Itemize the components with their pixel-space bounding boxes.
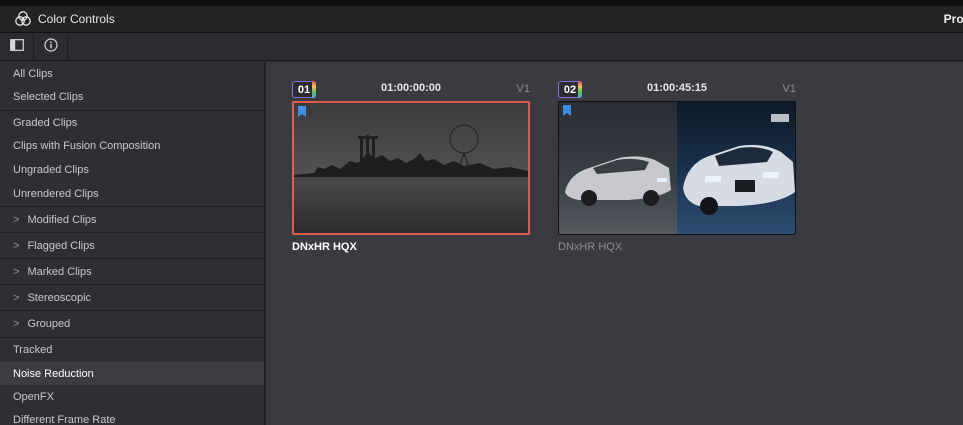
sidebar-item-selected-clips[interactable]: Selected Clips [0,85,264,109]
clips-grid: 01 01:00:00:00 V1 DNxHR HQX 02 01:00:45:… [266,62,963,425]
sidebar-item-tracked[interactable]: Tracked [0,337,264,362]
sidebar-item-openfx[interactable]: OpenFX [0,385,264,409]
sidebar-item-graded-clips[interactable]: Graded Clips [0,110,264,134]
car-split-image [559,102,795,234]
sidebar-item-label: OpenFX [13,391,54,403]
sidebar-item-label: Clips with Fusion Composition [13,140,161,152]
clip-name: DNxHR HQX [558,241,623,253]
chevron-right-icon: > [13,239,20,252]
color-wheels-icon [14,10,32,28]
sidebar-item-label: Ungraded Clips [13,164,89,176]
toolbar [0,33,963,61]
title-bar: Color Controls Proj [0,6,963,33]
sidebar-toggle-icon [9,38,24,56]
info-button[interactable] [34,33,68,61]
clip-timecode: 01:00:45:15 [647,82,707,94]
blue-flag-icon [563,105,571,116]
sidebar-item-label: Selected Clips [13,91,84,103]
clip-track: V1 [782,83,796,95]
singapore-skyline-image [294,103,528,233]
sidebar-item-label: Stereoscopic [27,291,92,304]
clip-track: V1 [516,83,530,95]
sidebar-item-marked-clips[interactable]: > Marked Clips [0,258,264,284]
window-title: Color Controls [38,12,115,26]
color-controls-window: Color Controls Proj All Clips [0,0,963,425]
sidebar-toggle-button[interactable] [0,33,34,61]
sidebar-item-different-frame-rate[interactable]: Different Frame Rate [0,409,264,425]
clip-card[interactable]: 01 01:00:00:00 V1 DNxHR HQX [292,79,530,253]
clip-name: DNxHR HQX [292,241,357,253]
sidebar-item-modified-clips[interactable]: > Modified Clips [0,206,264,232]
sidebar-item-label: Grouped [27,318,71,330]
sidebar-item-ungraded-clips[interactable]: Ungraded Clips [0,158,264,182]
sidebar-item-label: Flagged Clips [27,239,95,252]
chevron-right-icon: > [13,213,20,226]
sidebar-item-label: Unrendered Clips [13,188,99,200]
sidebar-item-label: Tracked [13,344,53,356]
sidebar-item-label: Marked Clips [27,265,92,278]
sidebar-item-label: Graded Clips [13,116,78,129]
sidebar-item-noise-reduction[interactable]: Noise Reduction [0,362,264,385]
sidebar-item-flagged-clips[interactable]: > Flagged Clips [0,232,264,258]
sidebar-item-fusion-composition[interactable]: Clips with Fusion Composition [0,134,264,158]
sidebar-item-grouped[interactable]: > Grouped [0,310,264,337]
smart-filter-sidebar: All Clips Selected Clips Graded Clips Cl… [0,62,265,425]
sidebar-item-label: Different Frame Rate [13,414,116,425]
clip-thumbnail[interactable] [292,101,530,235]
chevron-right-icon: > [13,291,20,304]
clip-header: 02 01:00:45:15 V1 [558,79,796,99]
clip-header: 01 01:00:00:00 V1 [292,79,530,99]
sidebar-item-label: Noise Reduction [13,367,94,380]
chevron-right-icon: > [13,318,20,330]
info-icon [43,37,58,57]
clip-thumbnail[interactable] [558,101,796,235]
blue-flag-icon [298,106,306,117]
sidebar-item-unrendered-clips[interactable]: Unrendered Clips [0,182,264,206]
clip-timecode: 01:00:00:00 [381,82,441,94]
sidebar-item-all-clips[interactable]: All Clips [0,62,264,85]
chevron-right-icon: > [13,265,20,278]
sidebar-item-label: All Clips [13,67,53,80]
clip-card[interactable]: 02 01:00:45:15 V1 DNxHR HQX [558,79,796,253]
project-title: Proj [943,12,963,26]
sidebar-item-stereoscopic[interactable]: > Stereoscopic [0,284,264,310]
sidebar-item-label: Modified Clips [27,213,97,226]
